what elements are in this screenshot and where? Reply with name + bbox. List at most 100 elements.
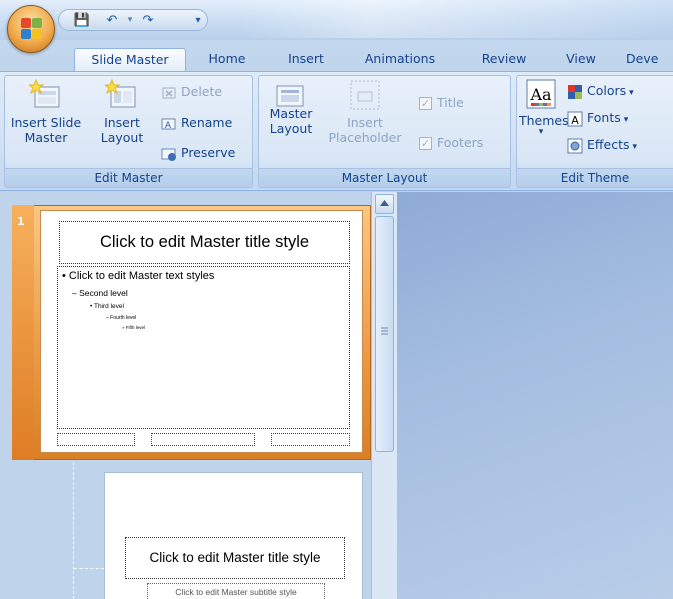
- fonts-button[interactable]: A Fonts ▾: [567, 107, 628, 129]
- colors-label: Colors: [587, 83, 627, 98]
- slide-editing-area[interactable]: [397, 192, 673, 599]
- layout-subtitle-placeholder[interactable]: Click to edit Master subtitle style: [147, 583, 325, 599]
- delete-button[interactable]: Delete: [161, 81, 222, 103]
- colors-icon: [568, 84, 582, 99]
- edit-theme-group-label: Edit Theme: [517, 168, 673, 187]
- title-bar: 💾 ↶ ▾ ↷ ▾: [0, 0, 673, 40]
- tab-home[interactable]: Home: [201, 48, 253, 72]
- rename-icon: A: [161, 118, 176, 131]
- redo-icon[interactable]: ↷: [139, 12, 157, 29]
- fonts-icon: A: [567, 111, 583, 127]
- save-icon[interactable]: 💾: [73, 12, 91, 29]
- rename-label: Rename: [181, 115, 233, 130]
- layout-connector-branch: [74, 568, 104, 569]
- scroll-grip-icon: [381, 327, 388, 335]
- title-checkbox[interactable]: ✓ Title: [419, 92, 464, 114]
- tab-insert[interactable]: Insert: [278, 48, 334, 72]
- preserve-label: Preserve: [181, 145, 236, 160]
- preserve-button[interactable]: Preserve: [161, 142, 235, 164]
- text-level-4-label: Fourth level: [110, 315, 137, 321]
- themes-label: Themes: [519, 113, 569, 128]
- edit-master-group-label: Edit Master: [5, 168, 252, 187]
- slide-number-placeholder[interactable]: [271, 433, 350, 446]
- fonts-dropdown-icon: ▾: [623, 115, 629, 125]
- scroll-up-button[interactable]: [375, 194, 394, 214]
- master-layout-icon: [276, 85, 304, 107]
- text-level-3: • Third level: [90, 303, 124, 310]
- tab-review[interactable]: Review: [472, 48, 536, 72]
- text-level-3-label: Third level: [93, 303, 124, 310]
- scroll-up-arrow-icon: [380, 200, 389, 206]
- undo-icon[interactable]: ↶: [103, 12, 121, 29]
- footer-placeholder[interactable]: [151, 433, 255, 446]
- ribbon: Insert Slide Master Insert Layout Delete…: [0, 71, 673, 191]
- layout-connector-line: [73, 462, 74, 599]
- insert-layout-icon: [105, 78, 136, 108]
- title-bar-glow: [240, 0, 673, 38]
- svg-text:Aa: Aa: [529, 85, 552, 104]
- slide-1-number: 1: [17, 215, 25, 228]
- delete-icon: [162, 87, 176, 98]
- svg-text:A: A: [571, 114, 579, 127]
- title-checkbox-label: Title: [437, 95, 464, 110]
- insert-layout-button[interactable]: Insert Layout: [85, 78, 159, 145]
- undo-dropdown-icon[interactable]: ▾: [121, 12, 139, 29]
- text-level-5: » Fifth level: [122, 325, 146, 330]
- insert-placeholder-icon: [350, 80, 380, 110]
- date-placeholder[interactable]: [57, 433, 135, 446]
- master-title-placeholder[interactable]: Click to edit Master title style: [59, 221, 350, 264]
- title-check-icon: ✓: [419, 97, 432, 110]
- layout-title-placeholder[interactable]: Click to edit Master title style: [125, 537, 345, 579]
- insert-slide-master-icon: [29, 78, 60, 108]
- text-level-2: – Second level: [72, 288, 128, 298]
- slide-1-number-strip: [12, 205, 34, 460]
- rename-button[interactable]: A Rename: [161, 112, 232, 134]
- preserve-icon: [161, 148, 176, 161]
- fonts-label: Fonts: [587, 110, 621, 125]
- themes-icon: Aa: [526, 79, 556, 109]
- ribbon-tab-strip: Slide Master Home Insert Animations Revi…: [0, 40, 673, 72]
- insert-slide-master-button[interactable]: Insert Slide Master: [9, 78, 83, 145]
- master-layout-label: Master Layout: [269, 106, 313, 136]
- footers-check-icon: ✓: [419, 137, 432, 150]
- colors-dropdown-icon: ▾: [629, 88, 634, 98]
- text-level-5-label: Fifth level: [125, 325, 146, 330]
- effects-icon: [567, 138, 583, 153]
- office-logo-icon: [21, 18, 43, 40]
- slide-master-thumbnail[interactable]: Click to edit Master title style • Click…: [40, 210, 363, 453]
- text-level-4: – Fourth level: [106, 315, 137, 321]
- thumbnail-scrollbar[interactable]: [371, 192, 397, 599]
- delete-label: Delete: [181, 84, 223, 99]
- text-level-1: • Click to edit Master text styles: [62, 270, 215, 282]
- tab-slide-master[interactable]: Slide Master: [74, 48, 186, 72]
- effects-button[interactable]: Effects ▾: [567, 134, 637, 156]
- scroll-thumb[interactable]: [375, 216, 394, 452]
- master-layout-group-label: Master Layout: [259, 168, 510, 187]
- tab-animations[interactable]: Animations: [356, 48, 444, 72]
- insert-slide-master-label: Insert Slide Master: [10, 115, 82, 145]
- text-level-1-label: Click to edit Master text styles: [68, 270, 215, 282]
- themes-dropdown-icon: ▾: [538, 127, 544, 137]
- insert-placeholder-label: Insert Placeholder: [328, 115, 402, 145]
- group-edit-theme: Aa Themes ▾ Colors ▾ A Fonts ▾ Effects ▾ Edi…: [516, 75, 673, 188]
- customize-qat-icon[interactable]: ▾: [189, 12, 207, 29]
- insert-layout-label: Insert Layout: [100, 115, 144, 145]
- tab-developer[interactable]: Deve: [626, 48, 673, 72]
- master-text-placeholder[interactable]: • Click to edit Master text styles – Sec…: [57, 266, 350, 429]
- colors-button[interactable]: Colors ▾: [567, 80, 634, 102]
- effects-label: Effects: [587, 137, 630, 152]
- group-edit-master: Insert Slide Master Insert Layout Delete…: [4, 75, 253, 188]
- group-master-layout: Master Layout Insert Placeholder ✓ Title …: [258, 75, 511, 188]
- themes-button[interactable]: Aa Themes ▾: [519, 78, 569, 137]
- master-layout-button[interactable]: Master Layout: [263, 85, 319, 136]
- footers-checkbox[interactable]: ✓ Footers: [419, 132, 483, 154]
- quick-access-toolbar: 💾 ↶ ▾ ↷ ▾: [58, 9, 208, 31]
- office-button[interactable]: [7, 5, 55, 53]
- footers-checkbox-label: Footers: [437, 135, 484, 150]
- effects-dropdown-icon: ▾: [632, 142, 638, 152]
- title-layout-thumbnail[interactable]: Click to edit Master title style Click t…: [104, 472, 363, 599]
- insert-placeholder-button[interactable]: Insert Placeholder: [319, 78, 411, 145]
- svg-text:A: A: [165, 121, 172, 131]
- text-level-2-label: Second level: [79, 288, 128, 298]
- tab-view[interactable]: View: [559, 48, 603, 72]
